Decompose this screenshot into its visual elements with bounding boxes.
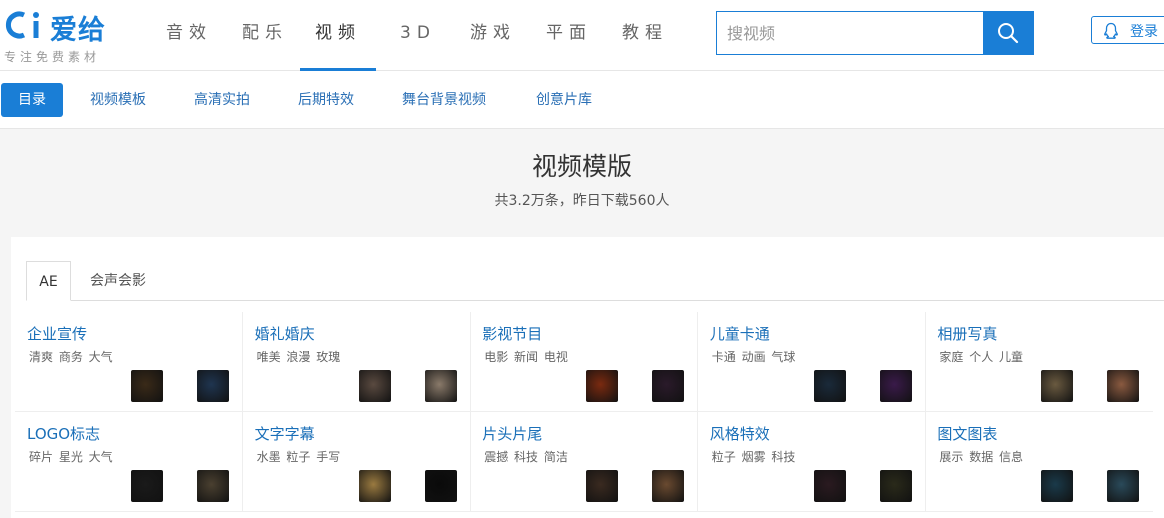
subnav-item-stage-backgrounds[interactable]: 舞台背景视频 <box>402 83 486 117</box>
search-icon <box>998 23 1019 44</box>
logo[interactable]: 爱给 专注免费素材 <box>4 8 129 66</box>
template-thumbnail[interactable] <box>1107 470 1140 502</box>
category-card[interactable]: 相册写真家庭 个人 儿童 <box>925 312 1154 412</box>
nav-item-video[interactable]: 视频 <box>300 0 376 71</box>
category-tags: 卡通 动画 气球 <box>711 350 796 364</box>
logo-mark-icon <box>5 11 39 39</box>
category-title[interactable]: 影视节目 <box>482 323 542 344</box>
template-thumbnail[interactable] <box>652 470 685 502</box>
search-input[interactable] <box>716 11 984 55</box>
search-button[interactable] <box>983 11 1034 55</box>
subnav-item-video-templates[interactable]: 视频模板 <box>90 83 146 117</box>
template-thumbnail[interactable] <box>813 470 846 502</box>
category-title[interactable]: 文字字幕 <box>255 423 315 444</box>
category-tags: 碎片 星光 大气 <box>29 450 113 464</box>
category-title[interactable]: 相册写真 <box>937 323 997 344</box>
category-tags: 唯美 浪漫 玫瑰 <box>256 350 341 364</box>
nav-item-tutorial[interactable]: 教程 <box>622 0 666 71</box>
category-title[interactable]: 风格特效 <box>710 423 770 444</box>
category-tags: 家庭 个人 儿童 <box>939 350 1024 364</box>
category-tags: 水墨 粒子 手写 <box>256 450 341 464</box>
template-thumbnail[interactable] <box>358 470 391 502</box>
subnav-item-hd-footage[interactable]: 高清实拍 <box>194 83 250 117</box>
subnav-item-creative-library[interactable]: 创意片库 <box>536 83 592 117</box>
category-card[interactable]: 婚礼婚庆唯美 浪漫 玫瑰 <box>242 312 471 412</box>
sub-nav: 目录 视频模板 高清实拍 后期特效 舞台背景视频 创意片库 <box>0 71 1164 129</box>
brand-tagline: 专注免费素材 <box>4 50 101 64</box>
category-card[interactable]: 儿童卡通卡通 动画 气球 <box>697 312 926 412</box>
category-tags: 展示 数据 信息 <box>939 450 1024 464</box>
template-thumbnail[interactable] <box>424 470 457 502</box>
category-title[interactable]: LOGO标志 <box>27 423 100 444</box>
category-title[interactable]: 片头片尾 <box>482 423 542 444</box>
template-thumbnail[interactable] <box>197 370 229 402</box>
category-title[interactable]: 儿童卡通 <box>710 323 770 344</box>
category-card[interactable]: LOGO标志碎片 星光 大气 <box>15 412 243 512</box>
template-thumbnail[interactable] <box>131 470 163 502</box>
category-card[interactable]: 文字字幕水墨 粒子 手写 <box>242 412 471 512</box>
template-thumbnail[interactable] <box>586 470 619 502</box>
page-title: 视频模版 <box>531 152 632 181</box>
nav-item-game[interactable]: 游戏 <box>470 0 514 71</box>
category-panel: AE 会声会影 企业宣传 清爽 商务 大气 婚礼婚庆 唯美 浪漫 玫瑰 影视节目 电影 新… <box>11 237 1164 518</box>
category-tags: 电影 新闻 电视 <box>484 350 568 364</box>
template-thumbnail[interactable] <box>813 370 846 402</box>
template-thumbnail[interactable] <box>879 470 912 502</box>
tab-corel-videostudio[interactable]: 会声会影 <box>77 261 159 301</box>
category-card[interactable]: 企业宣传清爽 商务 大气 <box>15 312 243 412</box>
category-title[interactable]: 婚礼婚庆 <box>255 323 315 344</box>
header: 爱给 专注免费素材 音效 配乐 视频 3D 游戏 平面 教程 登录 <box>0 0 1164 71</box>
search-box <box>716 11 1034 55</box>
template-thumbnail[interactable] <box>424 370 457 402</box>
nav-item-graphic[interactable]: 平面 <box>546 0 590 71</box>
template-thumbnail[interactable] <box>879 370 912 402</box>
category-card[interactable]: 影视节目电影 新闻 电视 <box>470 312 699 412</box>
brand-name: 爱给 <box>50 15 106 46</box>
template-thumbnail[interactable] <box>1041 470 1074 502</box>
nav-item-sound[interactable]: 音效 <box>166 0 210 71</box>
template-thumbnail[interactable] <box>1107 370 1140 402</box>
template-thumbnail[interactable] <box>586 370 619 402</box>
category-tags: 震撼 科技 简洁 <box>484 450 568 464</box>
page-stats: 共3.2万条，昨日下载560人 <box>494 193 670 209</box>
category-tags: 清爽 商务 大气 <box>29 350 113 364</box>
nav-item-music[interactable]: 配乐 <box>242 0 286 71</box>
subnav-item-post-effects[interactable]: 后期特效 <box>298 83 354 117</box>
login-button[interactable]: 登录 <box>1091 16 1164 44</box>
tab-ae[interactable]: AE <box>26 261 71 301</box>
template-thumbnail[interactable] <box>652 370 685 402</box>
tab-divider <box>26 300 1164 301</box>
template-thumbnail[interactable] <box>358 370 391 402</box>
nav-item-3d[interactable]: 3D <box>398 0 438 71</box>
category-title[interactable]: 图文图表 <box>937 423 997 444</box>
login-label: 登录 <box>1130 24 1158 40</box>
category-title[interactable]: 企业宣传 <box>27 323 87 344</box>
category-card[interactable]: 图文图表展示 数据 信息 <box>925 412 1154 512</box>
template-thumbnail[interactable] <box>197 470 229 502</box>
category-card[interactable]: 风格特效粒子 烟雾 科技 <box>697 412 926 512</box>
template-thumbnail[interactable] <box>131 370 163 402</box>
template-thumbnail[interactable] <box>1041 370 1074 402</box>
category-card[interactable]: 片头片尾震撼 科技 简洁 <box>470 412 699 512</box>
section-heading: 视频模版 共3.2万条，昨日下载560人 <box>0 150 1164 210</box>
category-tags: 粒子 烟雾 科技 <box>711 450 796 464</box>
subnav-item-catalog[interactable]: 目录 <box>1 83 63 117</box>
qq-penguin-icon <box>1104 22 1118 39</box>
